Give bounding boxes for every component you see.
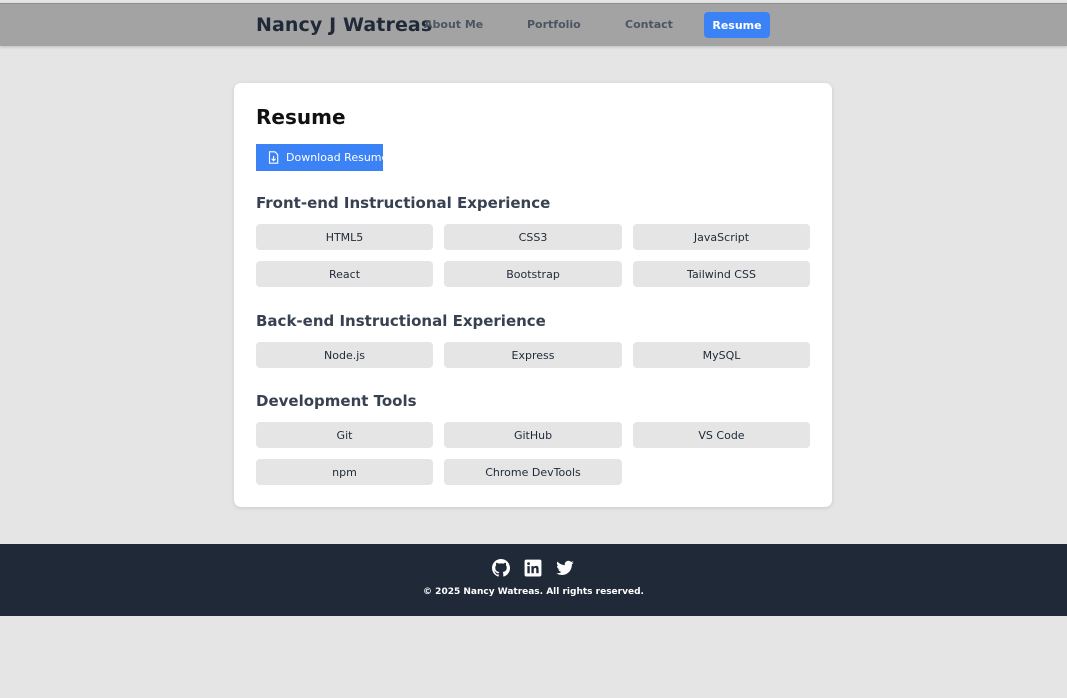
skill-chip: VS Code xyxy=(633,422,810,448)
skill-chip: npm xyxy=(256,459,433,485)
skill-chip: Node.js xyxy=(256,342,433,368)
nav-link-contact[interactable]: Contact xyxy=(625,18,673,31)
skill-chip: Bootstrap xyxy=(444,261,622,287)
skill-chip: MySQL xyxy=(633,342,810,368)
skills-grid-backend: Node.js Express MySQL xyxy=(256,342,810,368)
site-footer: © 2025 Nancy Watreas. All rights reserve… xyxy=(0,544,1067,616)
skill-chip: HTML5 xyxy=(256,224,433,250)
section-title-backend: Back-end Instructional Experience xyxy=(256,312,546,330)
download-resume-button[interactable]: Download Resume xyxy=(256,144,388,171)
section-title-frontend: Front-end Instructional Experience xyxy=(256,194,551,212)
skill-chip: Tailwind CSS xyxy=(633,261,810,287)
site-brand[interactable]: Nancy J Watreas xyxy=(256,14,432,36)
github-icon[interactable] xyxy=(492,559,510,577)
skill-chip: Chrome DevTools xyxy=(444,459,622,485)
skill-chip: Express xyxy=(444,342,622,368)
nav-link-resume-active[interactable]: Resume xyxy=(704,12,770,38)
skill-chip: GitHub xyxy=(444,422,622,448)
skills-grid-frontend: HTML5 CSS3 JavaScript React Bootstrap Ta… xyxy=(256,224,810,287)
twitter-icon[interactable] xyxy=(556,559,574,577)
page-title: Resume xyxy=(256,105,346,129)
page: Nancy J Watreas About Me Portfolio Conta… xyxy=(0,0,1067,698)
resume-card: Resume Download Resume Front-end Instruc… xyxy=(234,83,832,507)
section-title-dev-tools: Development Tools xyxy=(256,392,417,410)
file-download-icon xyxy=(268,151,279,164)
skill-chip: JavaScript xyxy=(633,224,810,250)
download-resume-label: Download Resume xyxy=(286,151,389,164)
nav-link-about[interactable]: About Me xyxy=(424,18,483,31)
linkedin-icon[interactable] xyxy=(524,559,542,577)
copyright-text: © 2025 Nancy Watreas. All rights reserve… xyxy=(423,587,644,597)
skill-chip: React xyxy=(256,261,433,287)
nav-link-portfolio[interactable]: Portfolio xyxy=(527,18,581,31)
top-navbar: Nancy J Watreas About Me Portfolio Conta… xyxy=(0,3,1067,46)
skill-chip: Git xyxy=(256,422,433,448)
skill-chip: CSS3 xyxy=(444,224,622,250)
skills-grid-dev-tools: Git GitHub VS Code npm Chrome DevTools xyxy=(256,422,810,485)
